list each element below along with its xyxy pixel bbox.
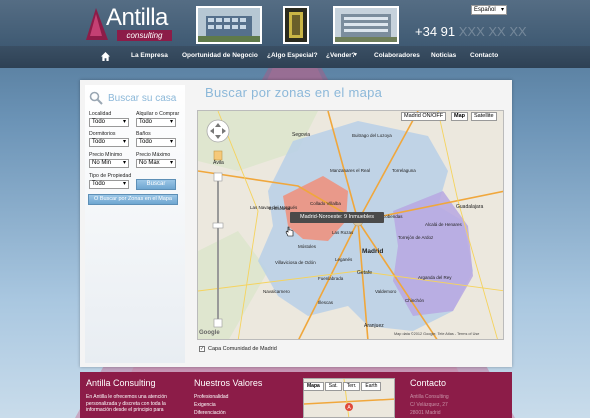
mini-map-tab-mapa[interactable]: Mapa — [303, 382, 324, 391]
precio-max-label: Precio Máximo — [136, 152, 171, 158]
footer-col2-title: Nuestros Valores — [194, 378, 263, 388]
phone-hidden-digits: XXX XX XX — [458, 24, 527, 39]
capa-checkbox[interactable]: ✓ — [199, 346, 205, 352]
place-label: Arganda del Rey — [418, 275, 452, 280]
footer-col4-title: Contacto — [410, 378, 447, 388]
dormitorios-label: Dormitorios — [89, 131, 116, 137]
place-label: Getafe — [357, 270, 373, 276]
madrid-toggle-button[interactable]: Madrid ON/OFF — [401, 112, 447, 121]
map-type-map-tab[interactable]: Map — [451, 112, 468, 121]
nav-item-colaboradores[interactable]: Colaboradores — [374, 52, 420, 59]
nav-item-oportunidad[interactable]: Oportunidad de Negocio — [182, 52, 258, 59]
place-label: Guadalajara — [456, 204, 484, 210]
header-photo-building-2 — [283, 6, 309, 44]
banos-select[interactable]: Todo — [136, 138, 176, 147]
place-label: Illescas — [318, 300, 334, 305]
place-label: Alcalá de Henares — [425, 222, 462, 227]
tipo-propiedad-label: Tipo de Propiedad — [89, 173, 132, 179]
place-label: Ávila — [213, 160, 224, 166]
banos-label: Baños — [136, 131, 151, 137]
buscar-zonas-button[interactable]: O Buscar por Zonas en el Mapa — [88, 194, 178, 205]
alquilar-select[interactable]: Todo — [136, 118, 176, 127]
precio-max-select[interactable]: No Max — [136, 159, 176, 168]
place-label: Segovia — [292, 132, 311, 138]
map-section-title: Buscar por zonas en el mapa — [205, 85, 383, 100]
logo-text[interactable]: Antilla — [106, 4, 168, 32]
nav-item-vender[interactable]: ¿Vender? — [326, 52, 356, 59]
localidad-select[interactable]: Todo — [89, 118, 129, 127]
home-icon[interactable] — [101, 52, 110, 61]
buscar-button[interactable]: Buscar — [136, 179, 176, 190]
footer-col1-text: En Antilla le ofrecemos una atención per… — [86, 394, 167, 413]
footer-contact-line: 28001 Madrid — [410, 410, 441, 416]
map-copyright: Map data ©2012 Google, Tele Atlas - Term… — [394, 332, 480, 336]
language-select[interactable]: Español — [471, 5, 507, 15]
place-label: Valdemoro — [375, 289, 397, 294]
map-type-satellite-tab[interactable]: Satellite — [471, 112, 497, 121]
google-logo-icon: Google — [199, 330, 220, 336]
nav-item-algo-especial[interactable]: ¿Algo Especial? — [267, 52, 318, 59]
footer-contact-line: Antilla Consulting — [410, 394, 449, 400]
header-photo-building-1 — [196, 6, 262, 44]
place-label: Manzanares el Real — [330, 168, 371, 173]
footer-value-item[interactable]: Profesionalidad — [194, 394, 228, 401]
tipo-propiedad-select[interactable]: Todo — [89, 180, 129, 189]
place-label: Fuenlabrada — [318, 276, 344, 281]
alquilar-label: Alquilar o Comprar — [136, 111, 180, 117]
localidad-label: Localidad — [89, 111, 112, 117]
capa-checkbox-label: Capa Comunidad de Madrid — [208, 346, 277, 352]
place-label: Villaviciosa de Odón — [275, 260, 316, 265]
header-photo-building-3 — [333, 6, 399, 44]
magnifier-icon — [89, 91, 103, 105]
footer-contact-line: C/ Velázquez, 27 — [410, 402, 448, 408]
footer-value-item[interactable]: Exigencia — [194, 402, 216, 409]
mini-map-tab-sat[interactable]: Sat. — [324, 382, 342, 391]
place-label: Torrelaguna — [392, 168, 416, 173]
main-nav: La Empresa Oportunidad de Negocio ¿Algo … — [0, 46, 590, 68]
dormitorios-select[interactable]: Todo — [89, 138, 129, 147]
phone-prefix: +34 91 — [415, 24, 456, 39]
nav-item-contacto[interactable]: Contacto — [470, 52, 498, 59]
nav-item-la-empresa[interactable]: La Empresa — [131, 52, 168, 59]
place-label: Las Rozas — [332, 230, 354, 235]
place-label: Navalcarnero — [263, 289, 290, 294]
place-label: Aranjuez — [364, 323, 384, 329]
place-label: Torrejón de Ardoz — [398, 235, 434, 240]
place-label: Leganés — [335, 257, 353, 262]
mini-map-tab-earth[interactable]: Earth — [361, 382, 382, 391]
place-label: Madrid — [362, 248, 384, 255]
chevron-down-icon: ▼ — [353, 52, 358, 58]
place-label: Las Navas del Marqués — [250, 205, 298, 210]
logo-subtitle: consulting — [117, 30, 172, 41]
place-label: Buitrago del Lozoya — [352, 133, 392, 138]
place-label: Collado Villalba — [310, 201, 341, 206]
precio-min-label: Precio Mínimo — [89, 152, 123, 158]
place-label: Chinchón — [405, 298, 425, 303]
mini-map-tab-terr[interactable]: Terr. — [342, 382, 361, 391]
nav-item-noticias[interactable]: Noticias — [431, 52, 456, 59]
place-label: Móstoles — [298, 244, 317, 249]
phone-number: +34 91 XXX XX XX — [415, 24, 527, 39]
hand-cursor-icon — [285, 226, 294, 237]
search-title: Buscar su casa — [108, 93, 177, 104]
precio-min-select[interactable]: No Min — [89, 159, 129, 168]
zone-tooltip: Madrid-Noroeste: 9 Inmuebles — [290, 212, 384, 223]
footer-value-item[interactable]: Diferenciación — [194, 410, 226, 417]
footer-col1-title: Antilla Consulting — [86, 378, 156, 388]
mini-map-tabs: Mapa Sat. Terr. Earth — [303, 382, 382, 391]
